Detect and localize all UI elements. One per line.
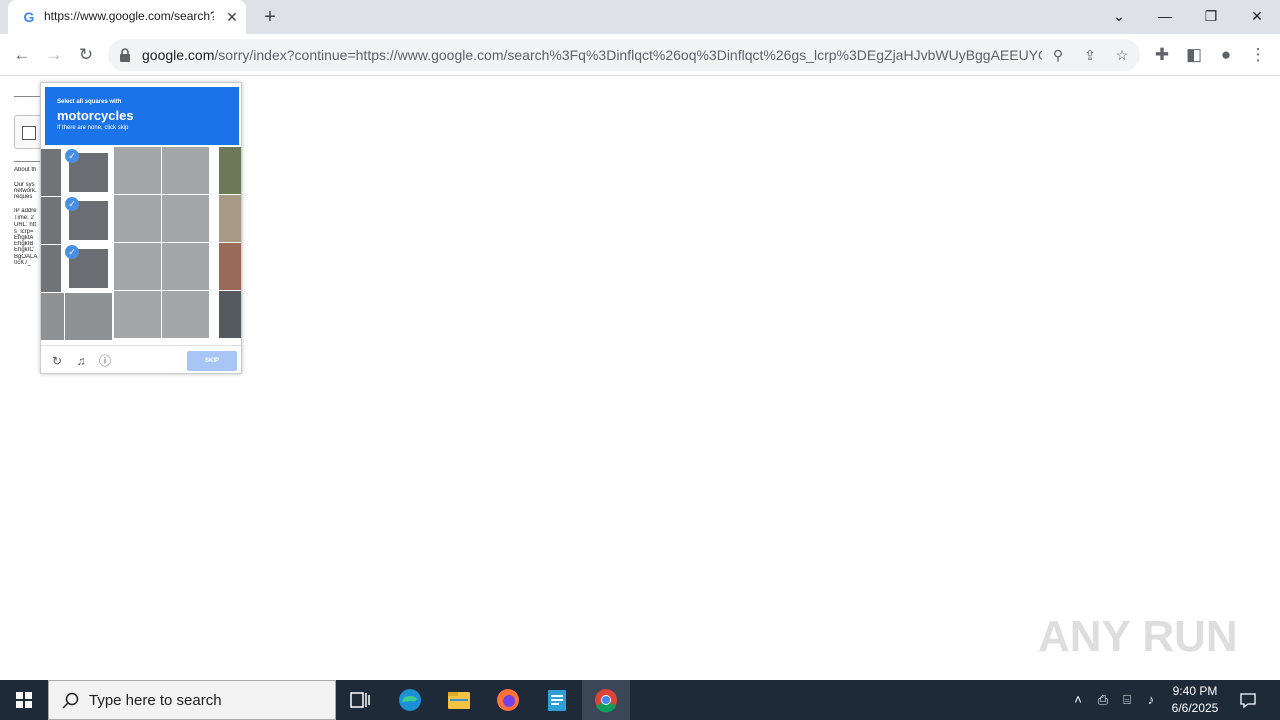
clock-date: 6/6/2025	[1171, 701, 1219, 715]
captcha-footer: ↻ ♫ ⓘ SKIP	[41, 345, 241, 373]
new-tab-button[interactable]: +	[258, 6, 282, 28]
browser-toolbar: ← → ↻ google.com/sorry/index?continue=ht…	[0, 34, 1280, 76]
volume-icon[interactable]: ♪	[1141, 690, 1161, 710]
network-icon[interactable]: ⌸	[1117, 690, 1137, 710]
anyrun-watermark-logo: ANY RUN	[1038, 612, 1238, 661]
windows-start-icon[interactable]	[0, 680, 48, 720]
captcha-tile[interactable]: ✓	[65, 197, 112, 244]
close-window-button[interactable]: ✕	[1242, 4, 1272, 28]
restore-button[interactable]: ❐	[1196, 4, 1226, 28]
search-icon	[62, 692, 79, 709]
recaptcha-checkbox[interactable]	[22, 126, 36, 140]
reload-icon[interactable]: ↻	[73, 42, 99, 68]
captcha-tile[interactable]	[219, 147, 241, 194]
zoom-icon[interactable]: ⚲	[1048, 45, 1068, 65]
captcha-tile[interactable]	[219, 243, 241, 290]
captcha-tile[interactable]	[162, 243, 209, 290]
url-path: /sorry/index?continue=https://www.google…	[214, 47, 1042, 63]
captcha-tile[interactable]: ✓	[65, 149, 112, 196]
browser-tab[interactable]: G https://www.google.com/search? ✕	[8, 0, 246, 34]
selected-check-icon: ✓	[65, 197, 79, 211]
captcha-tile[interactable]	[162, 291, 209, 338]
extensions-puzzle-icon[interactable]: ✚	[1149, 42, 1175, 68]
selected-check-icon: ✓	[65, 245, 79, 259]
task-view-icon[interactable]	[336, 680, 384, 720]
url-host: google.com	[142, 47, 215, 63]
audio-headphones-icon[interactable]: ♫	[73, 353, 89, 369]
document-app-icon[interactable]	[533, 680, 581, 720]
tab-strip: G https://www.google.com/search? ✕ + ⌄ —…	[0, 0, 1280, 34]
tray-chevron-up-icon[interactable]: ˄	[1068, 690, 1088, 710]
captcha-target: motorcycles	[57, 108, 134, 123]
bookmark-star-icon[interactable]: ☆	[1112, 45, 1132, 65]
taskbar-clock[interactable]: 9:40 PM 6/6/2025	[1166, 683, 1224, 717]
captcha-instruction-header: Select all squares with motorcycles If t…	[45, 87, 239, 145]
captcha-instruction-bottom: If there are none, click skip	[57, 125, 129, 131]
captcha-tile[interactable]	[114, 291, 161, 338]
divider	[14, 161, 42, 162]
back-arrow-icon[interactable]: ←	[9, 42, 35, 68]
windows-taskbar: Type here to search ˄ ⎙ ⌸ ♪ 9:40 PM 6/6/…	[0, 680, 1280, 720]
info-icon[interactable]: ⓘ	[97, 353, 113, 369]
captcha-tile[interactable]	[41, 293, 64, 340]
edge-browser-icon[interactable]	[386, 680, 434, 720]
captcha-tile[interactable]	[162, 147, 209, 194]
divider	[14, 96, 42, 97]
captcha-tile[interactable]	[162, 195, 209, 242]
notifications-icon[interactable]	[1238, 690, 1258, 710]
search-placeholder: Type here to search	[89, 692, 222, 709]
file-explorer-icon[interactable]	[435, 680, 483, 720]
google-favicon-icon: G	[23, 9, 35, 25]
forward-arrow-icon[interactable]: →	[41, 42, 67, 68]
menu-kebab-icon[interactable]: ⋮	[1245, 42, 1271, 68]
recaptcha-challenge-popup: Select all squares with motorcycles If t…	[40, 82, 242, 374]
tab-close-icon[interactable]: ✕	[224, 9, 240, 25]
firefox-icon[interactable]	[484, 680, 532, 720]
url-text[interactable]: google.com/sorry/index?continue=https://…	[142, 47, 1042, 63]
captcha-tile[interactable]	[65, 293, 112, 340]
captcha-tile[interactable]	[219, 291, 241, 338]
selected-check-icon: ✓	[65, 149, 79, 163]
captcha-tile[interactable]	[41, 149, 61, 196]
captcha-tile[interactable]: ✓	[65, 245, 112, 292]
taskbar-search-box[interactable]: Type here to search	[48, 680, 336, 720]
side-panel-icon[interactable]: ◧	[1181, 42, 1207, 68]
tab-title: https://www.google.com/search?	[44, 9, 214, 23]
captcha-tile[interactable]	[114, 147, 161, 194]
meet-now-icon[interactable]: ⎙	[1093, 690, 1113, 710]
lock-icon	[120, 48, 130, 62]
chrome-icon[interactable]	[582, 680, 630, 720]
reload-challenge-icon[interactable]: ↻	[49, 353, 65, 369]
minimize-button[interactable]: —	[1150, 4, 1180, 28]
captcha-tile[interactable]	[114, 195, 161, 242]
skip-button[interactable]: SKIP	[187, 351, 237, 371]
profile-avatar-icon[interactable]: ●	[1213, 42, 1239, 68]
captcha-tile[interactable]	[219, 195, 241, 242]
clock-time: 9:40 PM	[1172, 684, 1218, 698]
address-bar[interactable]: google.com/sorry/index?continue=https://…	[108, 39, 1140, 71]
captcha-instruction-top: Select all squares with	[57, 99, 122, 105]
captcha-tile[interactable]	[41, 245, 61, 292]
captcha-tile[interactable]	[41, 197, 61, 244]
captcha-tile[interactable]	[114, 243, 161, 290]
tab-search-chevron-icon[interactable]: ⌄	[1104, 4, 1134, 28]
share-icon[interactable]: ⇪	[1080, 45, 1100, 65]
